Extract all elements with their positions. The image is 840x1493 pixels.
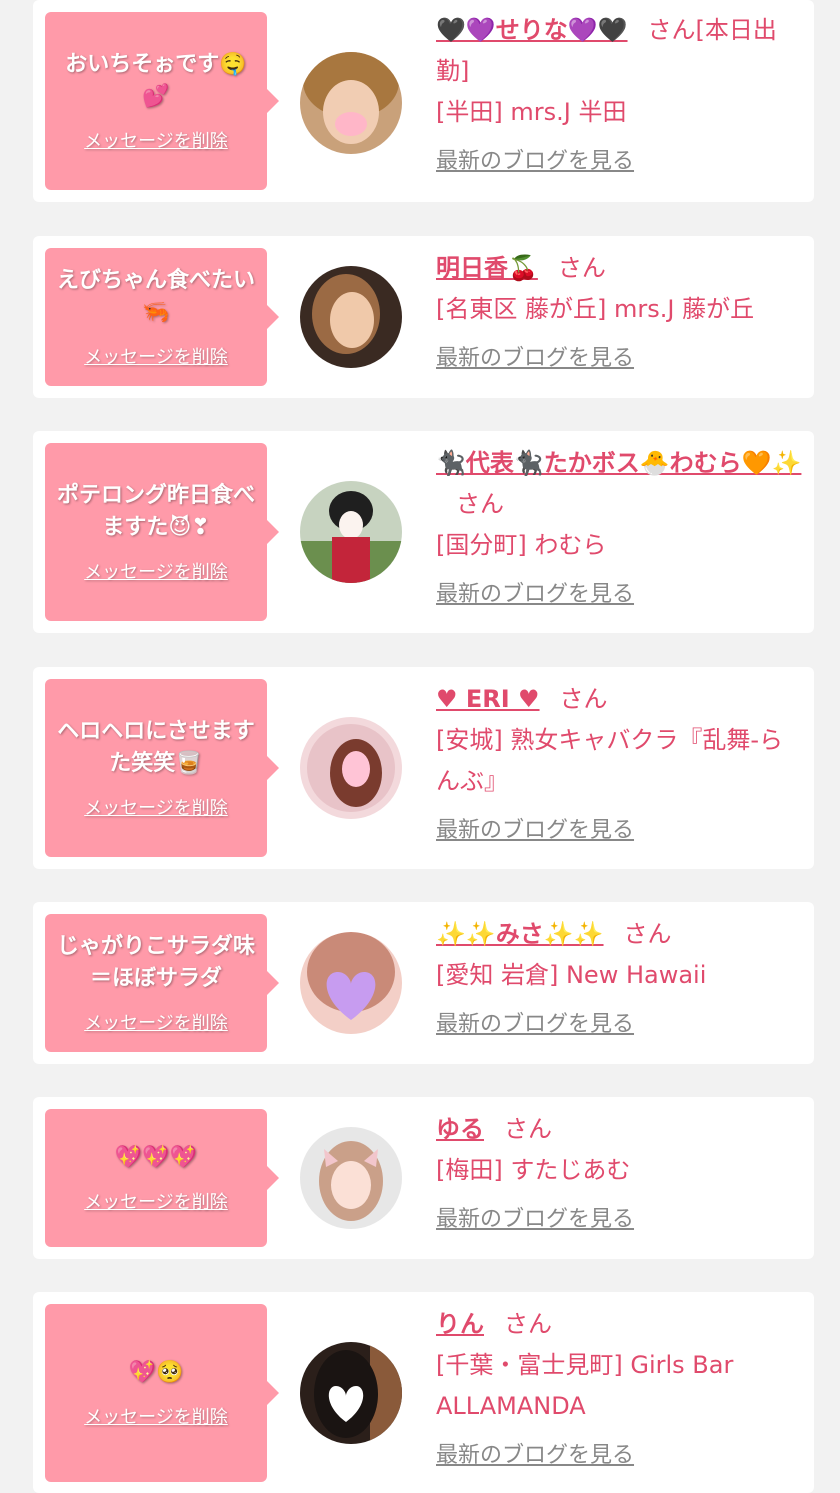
avatar[interactable] — [300, 717, 402, 819]
girl-info: ✨✨みさ✨✨ さん [愛知 岩倉] New Hawaii 最新のブログを見る — [436, 914, 802, 1038]
honorific: さん — [557, 254, 606, 282]
message-text: ポテロング昨日食べますた😈❣ — [56, 483, 255, 540]
avatar[interactable] — [300, 266, 402, 368]
message-text: えびちゃん食べたい🦐 — [56, 268, 255, 325]
delete-message-link[interactable]: メッセージを削除 — [84, 794, 228, 820]
avatar[interactable] — [300, 1127, 402, 1229]
girl-name-link[interactable]: 🐈‍⬛代表🐈‍⬛たかボス🐣わむら🧡✨ — [436, 449, 801, 477]
message-text: じゃがりこサラダ味＝ほぼサラダ — [56, 934, 255, 991]
name-line: 明日香🍒 さん — [436, 248, 802, 289]
message-card: 💖🥺 メッセージを削除 りん さん [千葉・富士見町] Girls Bar ALL… — [33, 1292, 814, 1493]
message-card: おいちそぉです🤤💕 メッセージを削除 🖤💜せりな💜🖤 さん[本日出勤] [半田] … — [33, 0, 814, 202]
message-bubble: じゃがりこサラダ味＝ほぼサラダ メッセージを削除 — [45, 914, 279, 1052]
message-bubble: おいちそぉです🤤💕 メッセージを削除 — [45, 12, 279, 190]
girl-name-link[interactable]: ✨✨みさ✨✨ — [436, 920, 604, 948]
delete-message-link[interactable]: メッセージを削除 — [84, 1009, 228, 1035]
girl-info: 明日香🍒 さん [名東区 藤が丘] mrs.J 藤が丘 最新のブログを見る — [436, 248, 802, 372]
name-line: ゆる さん — [436, 1109, 802, 1150]
delete-message-link[interactable]: メッセージを削除 — [84, 558, 228, 584]
delete-message-link[interactable]: メッセージを削除 — [84, 343, 228, 369]
avatar[interactable] — [300, 52, 402, 154]
girl-name-link[interactable]: りん — [436, 1310, 484, 1338]
message-card: えびちゃん食べたい🦐 メッセージを削除 明日香🍒 さん [名東区 藤が丘] mrs… — [33, 236, 814, 398]
girl-name-link[interactable]: 明日香🍒 — [436, 254, 538, 282]
honorific: さん — [623, 920, 672, 948]
message-card: じゃがりこサラダ味＝ほぼサラダ メッセージを削除 ✨✨みさ✨✨ さん [愛知 岩倉… — [33, 902, 814, 1064]
message-card: ヘロヘロにさせますた笑笑🥃 メッセージを削除 ♥ ERI ♥ さん [安城] 熟女… — [33, 667, 814, 869]
message-bubble: えびちゃん食べたい🦐 メッセージを削除 — [45, 248, 279, 386]
girl-info: ♥ ERI ♥ さん [安城] 熟女キャバクラ『乱舞-らんぶ』 最新のブログを見る — [436, 679, 802, 844]
shop-name: [千葉・富士見町] Girls Bar ALLAMANDA — [436, 1351, 734, 1420]
name-line: 🖤💜せりな💜🖤 さん[本日出勤] — [436, 10, 802, 92]
message-text: 💖💖💖 — [114, 1145, 198, 1170]
shop-name: [梅田] すたじあむ — [436, 1156, 631, 1184]
honorific: さん — [456, 490, 504, 518]
honorific: さん — [647, 16, 696, 44]
shop-name: [国分町] わむら — [436, 531, 607, 559]
blog-link[interactable]: 最新のブログを見る — [436, 812, 634, 844]
name-line: ✨✨みさ✨✨ さん — [436, 914, 802, 955]
avatar[interactable] — [300, 481, 402, 583]
avatar[interactable] — [300, 932, 402, 1034]
honorific: さん — [504, 1310, 552, 1338]
message-bubble: ポテロング昨日食べますた😈❣ メッセージを削除 — [45, 443, 279, 621]
message-bubble: 💖🥺 メッセージを削除 — [45, 1304, 279, 1482]
shop-name: [安城] 熟女キャバクラ『乱舞-らんぶ』 — [436, 726, 784, 795]
girl-info: 🐈‍⬛代表🐈‍⬛たかボス🐣わむら🧡✨ さん [国分町] わむら 最新のブログを見る — [436, 443, 802, 608]
girl-info: ゆる さん [梅田] すたじあむ 最新のブログを見る — [436, 1109, 802, 1233]
girl-name-link[interactable]: ♥ ERI ♥ — [436, 685, 540, 713]
message-text: ヘロヘロにさせますた笑笑🥃 — [57, 719, 255, 776]
blog-link[interactable]: 最新のブログを見る — [436, 1006, 634, 1038]
blog-link[interactable]: 最新のブログを見る — [436, 1437, 634, 1469]
girl-name-link[interactable]: 🖤💜せりな💜🖤 — [436, 16, 628, 44]
delete-message-link[interactable]: メッセージを削除 — [84, 1188, 228, 1214]
message-bubble: 💖💖💖 メッセージを削除 — [45, 1109, 279, 1247]
blog-link[interactable]: 最新のブログを見る — [436, 1201, 634, 1233]
shop-name: [愛知 岩倉] New Hawaii — [436, 961, 707, 989]
name-line: りん さん — [436, 1304, 802, 1345]
name-line: 🐈‍⬛代表🐈‍⬛たかボス🐣わむら🧡✨ さん — [436, 443, 802, 525]
girl-info: 🖤💜せりな💜🖤 さん[本日出勤] [半田] mrs.J 半田 最新のブログを見る — [436, 10, 802, 175]
message-card: 💖💖💖 メッセージを削除 ゆる さん [梅田] すたじあむ 最新のブログを見る — [33, 1097, 814, 1259]
delete-message-link[interactable]: メッセージを削除 — [84, 127, 228, 153]
delete-message-link[interactable]: メッセージを削除 — [84, 1403, 228, 1429]
name-line: ♥ ERI ♥ さん — [436, 679, 802, 720]
honorific: さん — [504, 1115, 552, 1143]
honorific: さん — [559, 685, 608, 713]
shop-name: [半田] mrs.J 半田 — [436, 98, 627, 126]
girl-info: りん さん [千葉・富士見町] Girls Bar ALLAMANDA 最新のブロ… — [436, 1304, 802, 1469]
shop-name: [名東区 藤が丘] mrs.J 藤が丘 — [436, 295, 755, 323]
avatar[interactable] — [300, 1342, 402, 1444]
message-bubble: ヘロヘロにさせますた笑笑🥃 メッセージを削除 — [45, 679, 279, 857]
message-card: ポテロング昨日食べますた😈❣ メッセージを削除 🐈‍⬛代表🐈‍⬛たかボス🐣わむら… — [33, 431, 814, 633]
blog-link[interactable]: 最新のブログを見る — [436, 576, 634, 608]
blog-link[interactable]: 最新のブログを見る — [436, 340, 634, 372]
message-text: 💖🥺 — [128, 1360, 184, 1385]
girl-name-link[interactable]: ゆる — [436, 1115, 484, 1143]
message-text: おいちそぉです🤤💕 — [65, 52, 247, 109]
blog-link[interactable]: 最新のブログを見る — [436, 143, 634, 175]
